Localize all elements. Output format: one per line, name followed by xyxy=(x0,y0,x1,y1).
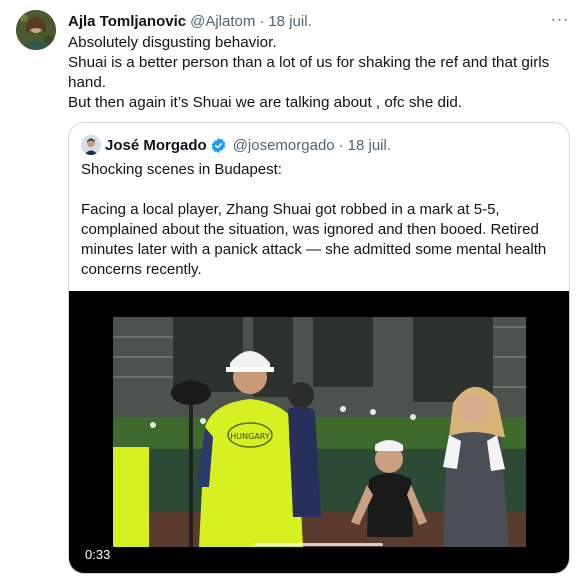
video-duration: 0:33 xyxy=(79,546,117,563)
more-options-icon[interactable]: ··· xyxy=(550,10,570,30)
quoted-tweet[interactable]: José Morgado @josemorgado · 18 juil. Sho… xyxy=(68,122,570,574)
video-player[interactable]: HUNGARY 0:33 xyxy=(69,291,569,573)
quoted-tweet-text: Shocking scenes in Budapest: Facing a lo… xyxy=(81,160,559,280)
quoted-tweet-header: José Morgado @josemorgado · 18 juil. xyxy=(81,135,391,155)
tweet-line: Absolutely disgusting behavior. xyxy=(68,34,277,51)
shirt-text: HUNGARY xyxy=(230,432,270,441)
quoted-author-handle[interactable]: @josemorgado xyxy=(233,137,335,154)
tweet-line: But then again it’s Shuai we are talking… xyxy=(68,94,463,111)
verified-badge-icon xyxy=(210,137,227,154)
quoted-tweet-timestamp[interactable]: 18 juil. xyxy=(348,137,391,154)
separator-dot: · xyxy=(259,12,265,30)
quoted-paragraph: Shocking scenes in Budapest: xyxy=(81,161,282,178)
author-handle[interactable]: @Ajlatom xyxy=(190,13,255,30)
quoted-author-avatar[interactable] xyxy=(81,135,101,155)
quoted-paragraph: Facing a local player, Zhang Shuai got r… xyxy=(81,201,547,278)
video-frame[interactable]: HUNGARY xyxy=(113,317,526,547)
video-progress-bar[interactable] xyxy=(255,543,383,546)
tweet-header: Ajla Tomljanovic @Ajlatom · 18 juil. xyxy=(68,10,566,32)
tweet-text: Absolutely disgusting behavior. Shuai is… xyxy=(68,33,568,113)
tweet-timestamp[interactable]: 18 juil. xyxy=(268,13,311,30)
tweet-line: Shuai is a better person than a lot of u… xyxy=(68,54,550,91)
author-name[interactable]: Ajla Tomljanovic xyxy=(68,13,186,30)
separator-dot: · xyxy=(338,136,344,154)
tweet[interactable]: Ajla Tomljanovic @Ajlatom · 18 juil. ···… xyxy=(0,0,582,580)
quoted-author-name[interactable]: José Morgado xyxy=(105,137,207,154)
author-avatar[interactable] xyxy=(16,10,56,50)
